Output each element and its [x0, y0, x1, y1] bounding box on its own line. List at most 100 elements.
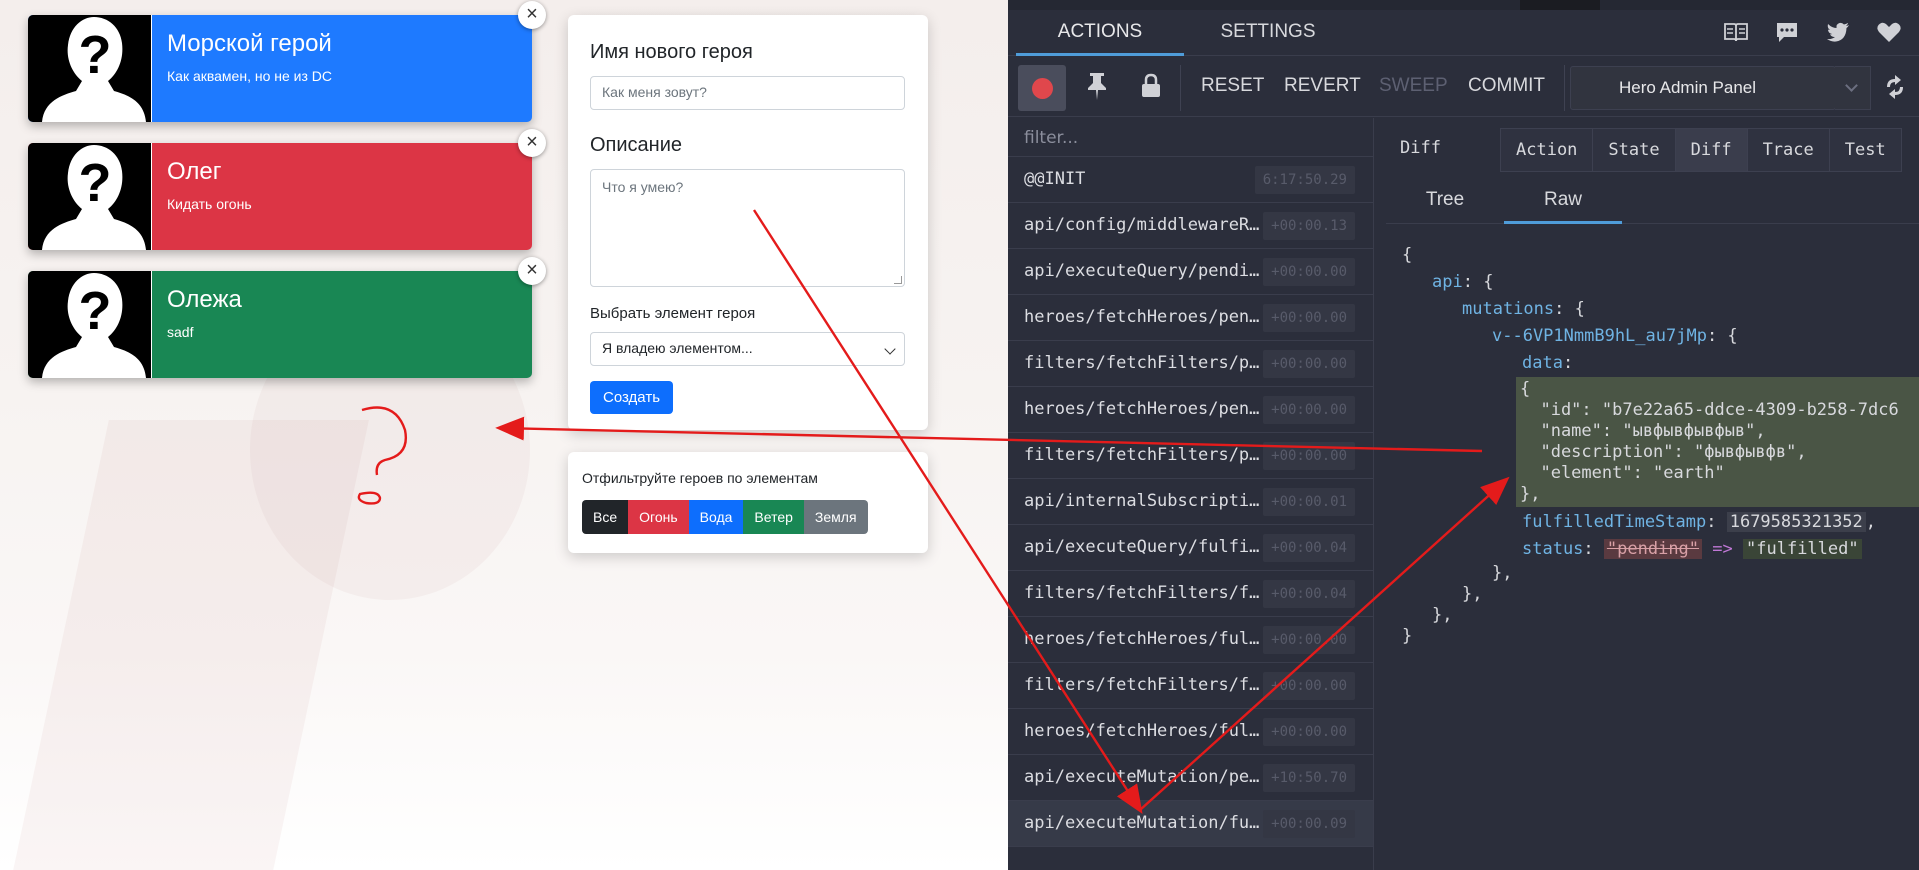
diff-arrow: => — [1712, 539, 1733, 559]
code-line: { — [1520, 379, 1531, 399]
tab-state[interactable]: State — [1593, 129, 1676, 171]
code-line: status: "pending" => "fulfilled" — [1402, 536, 1919, 563]
unknown-person-icon: ? — [42, 145, 146, 250]
hero-name-input[interactable]: Как меня зовут? — [590, 76, 905, 110]
action-item[interactable]: api/executeQuery/pending +00:00.00 — [1008, 249, 1373, 295]
code-line: "description": "фывфывфв", — [1520, 442, 1807, 462]
tab-diff[interactable]: Diff — [1675, 129, 1748, 171]
action-filter-input[interactable]: filter... — [1008, 118, 1373, 157]
action-item[interactable]: heroes/fetchHeroes/pending +00:00.00 — [1008, 295, 1373, 341]
svg-text:?: ? — [79, 153, 112, 213]
action-item[interactable]: filters/fetchFilters/pending+00:00.00 — [1008, 433, 1373, 479]
action-time: +10:50.70 — [1263, 764, 1355, 792]
action-item[interactable]: heroes/fetchHeroes/pending +00:00.00 — [1008, 387, 1373, 433]
removed-value: "pending" — [1603, 539, 1703, 559]
create-hero-button[interactable]: Создать — [590, 381, 674, 414]
action-time: 6:17:50.29 — [1254, 166, 1355, 194]
code-line: api: { — [1432, 272, 1494, 292]
hero-name: Олежа — [167, 286, 242, 313]
filter-water-button[interactable]: Вода — [688, 500, 744, 534]
json-key: data — [1522, 353, 1563, 373]
tab-tree[interactable]: Tree — [1386, 178, 1504, 224]
devtools-header: ACTIONS SETTINGS — [1008, 10, 1919, 56]
hero-description: Как аквамен, но не из DC — [167, 68, 333, 84]
filter-all-button[interactable]: Все — [582, 500, 629, 534]
action-item[interactable]: api/config/middlewareRegistered+00:00.13 — [1008, 203, 1373, 249]
record-button[interactable] — [1018, 65, 1066, 111]
action-name: api/executeQuery/pending — [1024, 261, 1269, 281]
code-line: }, — [1402, 563, 1919, 584]
action-name: filters/fetchFilters/fulfilled — [1024, 583, 1269, 603]
action-time: +00:00.01 — [1263, 488, 1355, 516]
heart-icon[interactable] — [1876, 21, 1902, 45]
action-item[interactable]: @@INIT 6:17:50.29 — [1008, 157, 1373, 203]
tab-action[interactable]: Action — [1501, 129, 1594, 171]
brace: }, — [1492, 563, 1513, 583]
action-time: +00:00.00 — [1263, 672, 1355, 700]
toolbar-separator — [1180, 65, 1181, 111]
action-item[interactable]: heroes/fetchHeroes/fulfilled+00:00.00 — [1008, 617, 1373, 663]
tab-test[interactable]: Test — [1829, 129, 1901, 171]
action-name: api/config/middlewareRegistered — [1024, 215, 1269, 235]
element-filter-panel: Отфильтруйте героев по элементам Все Ого… — [568, 452, 928, 553]
brace: }, — [1462, 584, 1483, 604]
action-name: heroes/fetchHeroes/fulfilled — [1024, 721, 1269, 741]
chevron-down-icon[interactable] — [1835, 66, 1871, 110]
delete-hero-button[interactable]: × — [518, 129, 546, 157]
description-placeholder: Что я умею? — [602, 179, 684, 195]
tab-trace[interactable]: Trace — [1747, 129, 1830, 171]
commit-button[interactable]: COMMIT — [1468, 75, 1545, 97]
devtools-toolbar: RESET REVERT SWEEP COMMIT Hero Admin Pan… — [1008, 57, 1919, 117]
action-item[interactable]: filters/fetchFilters/fulfilled+00:00.00 — [1008, 663, 1373, 709]
unknown-person-icon: ? — [42, 17, 146, 122]
action-item[interactable]: api/executeQuery/fulfilled +00:00.04 — [1008, 525, 1373, 571]
delete-hero-button[interactable]: × — [518, 1, 546, 29]
action-item[interactable]: api/internalSubscriptions +00:00.01 — [1008, 479, 1373, 525]
code-line: "name": "ывфывфывфыв", — [1520, 421, 1766, 441]
added-value: "fulfilled" — [1743, 539, 1862, 559]
filter-fire-button[interactable]: Огонь — [628, 500, 689, 534]
action-name: filters/fetchFilters/pending — [1024, 445, 1269, 465]
tab-raw[interactable]: Raw — [1504, 178, 1622, 224]
brace: } — [1402, 626, 1413, 646]
code-line: }, — [1402, 605, 1919, 626]
instance-select[interactable]: Hero Admin Panel — [1570, 66, 1836, 110]
revert-button[interactable]: REVERT — [1284, 75, 1361, 97]
filter-wind-button[interactable]: Ветер — [743, 500, 804, 534]
hero-description: Кидать огонь — [167, 196, 252, 212]
hero-list: ? Морской герой Как аквамен, но не из DC… — [28, 1, 546, 399]
action-item[interactable]: filters/fetchFilters/pending+00:00.00 — [1008, 341, 1373, 387]
delete-hero-button[interactable]: × — [518, 257, 546, 285]
chat-icon[interactable] — [1774, 21, 1800, 45]
window-top-strip — [1008, 0, 1919, 10]
code-line: data: — [1522, 353, 1574, 373]
tab-actions[interactable]: ACTIONS — [1016, 10, 1184, 56]
filter-earth-button[interactable]: Земля — [803, 500, 868, 534]
tab-settings[interactable]: SETTINGS — [1184, 10, 1352, 56]
action-name: heroes/fetchHeroes/pending — [1024, 399, 1269, 419]
element-select[interactable]: Я владею элементом... — [590, 332, 905, 366]
sweep-button[interactable]: SWEEP — [1379, 75, 1448, 97]
lock-icon[interactable] — [1140, 73, 1162, 104]
hero-description-textarea[interactable]: Что я умею? — [590, 169, 905, 287]
action-item-selected[interactable]: api/executeMutation/fulfilled+00:00.09 — [1008, 801, 1373, 847]
action-item[interactable]: heroes/fetchHeroes/fulfilled+00:00.00 — [1008, 709, 1373, 755]
reset-button[interactable]: RESET — [1201, 75, 1264, 97]
twitter-icon[interactable] — [1825, 21, 1851, 45]
pin-icon[interactable] — [1084, 71, 1110, 106]
resize-handle-icon[interactable] — [894, 276, 902, 284]
sync-icon[interactable] — [1883, 74, 1907, 107]
action-name: heroes/fetchHeroes/pending — [1024, 307, 1269, 327]
json-key: fulfilledTimeStamp — [1522, 512, 1707, 532]
svg-text:?: ? — [79, 25, 112, 85]
action-time: +00:00.00 — [1263, 350, 1355, 378]
json-key: mutations — [1462, 299, 1555, 319]
code-line: mutations: { — [1462, 299, 1585, 319]
action-item[interactable]: filters/fetchFilters/fulfilled+00:00.04 — [1008, 571, 1373, 617]
action-item[interactable]: api/executeMutation/pending+10:50.70 — [1008, 755, 1373, 801]
element-label: Выбрать элемент героя — [590, 305, 756, 322]
json-value: 1679585321352 — [1726, 512, 1866, 532]
action-time: +00:00.09 — [1263, 810, 1355, 838]
docs-icon[interactable] — [1723, 21, 1749, 45]
action-name: filters/fetchFilters/fulfilled — [1024, 675, 1269, 695]
